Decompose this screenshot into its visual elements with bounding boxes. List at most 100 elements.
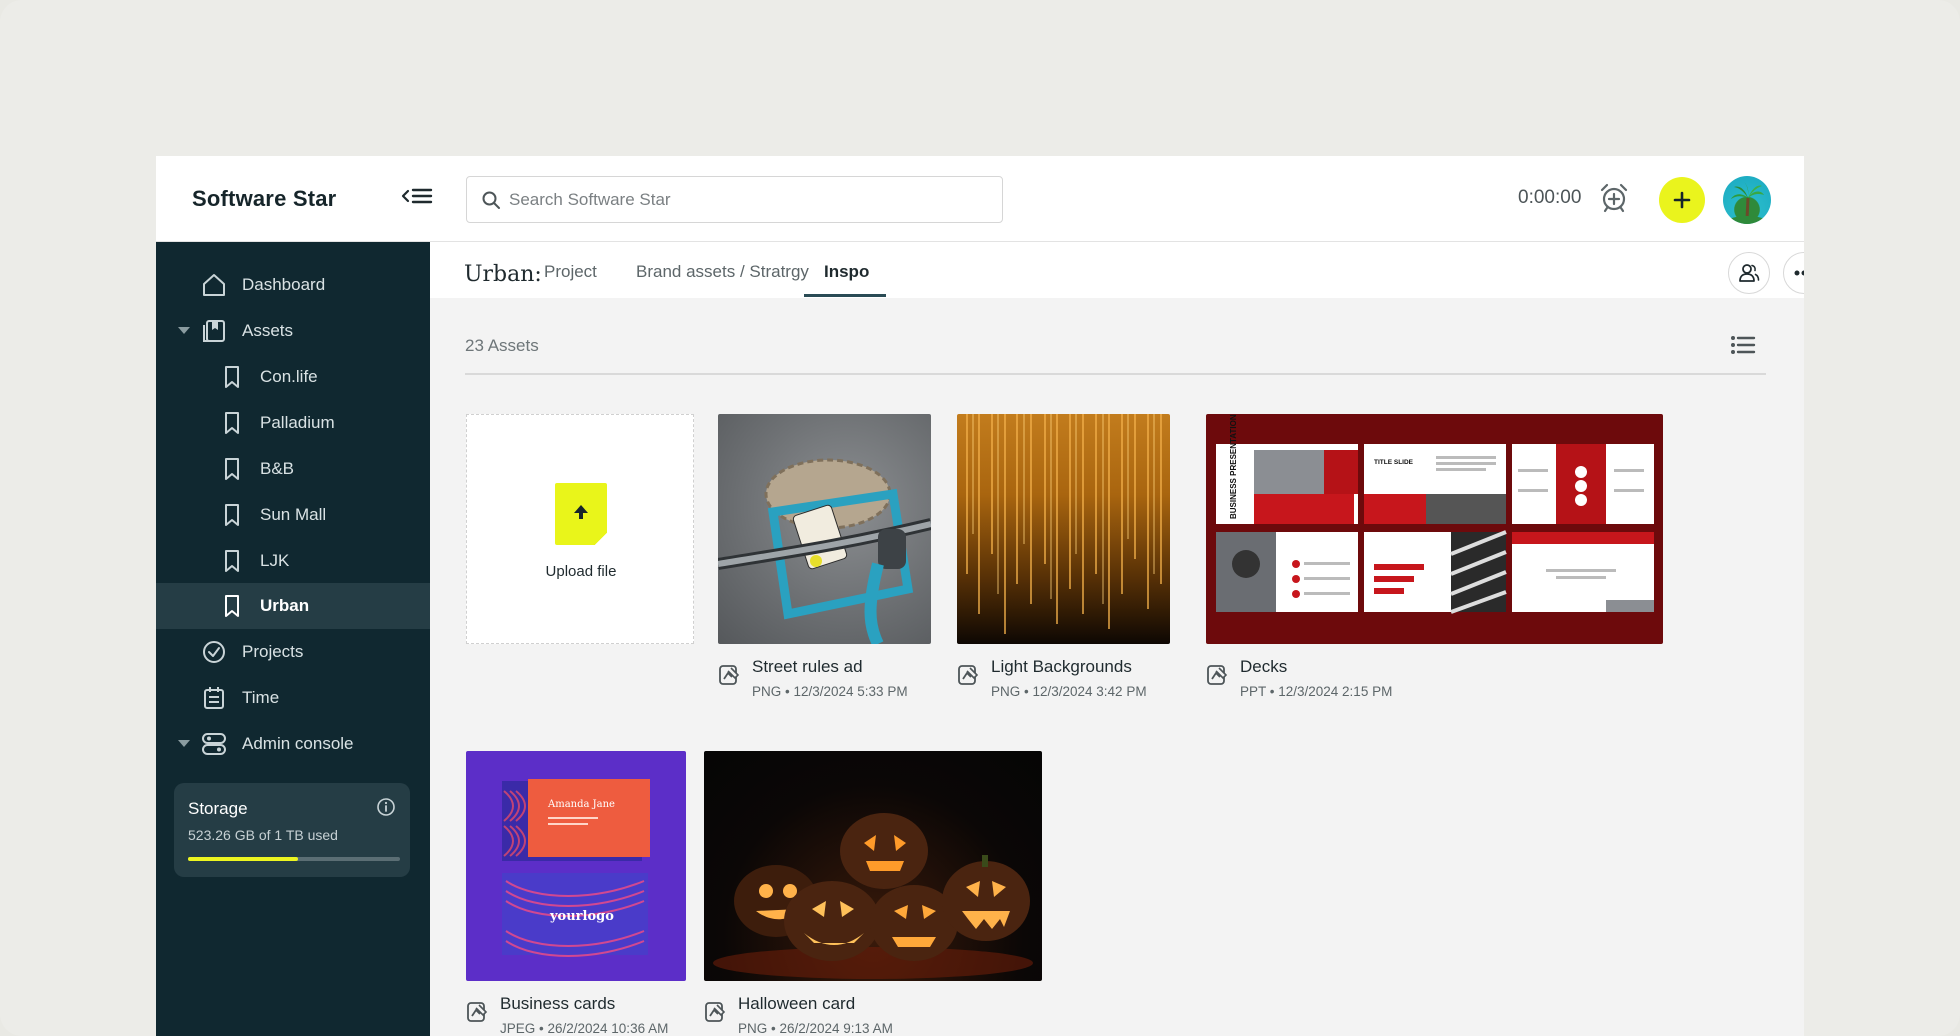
asset-thumbnail (957, 414, 1170, 644)
sidebar-item-label: Projects (242, 642, 304, 661)
asset-thumbnail: Amanda Jane yourlogo (466, 751, 686, 981)
sidebar-item-urban[interactable]: Urban (156, 583, 430, 629)
window-frame: Software Star 0:00:00 (0, 0, 1960, 1036)
storage-usage: 523.26 GB of 1 TB used (188, 827, 338, 843)
storage-panel: Storage 523.26 GB of 1 TB used (174, 783, 410, 877)
asset-name: Decks (1240, 657, 1288, 676)
card-logo-text: yourlogo (549, 909, 614, 924)
search-icon (482, 191, 500, 209)
sidebar-item-label: Dashboard (242, 275, 326, 294)
content-divider (465, 373, 1766, 375)
alarm-clock-icon (1600, 183, 1628, 213)
asset-meta: PNG • 12/3/2024 3:42 PM (991, 684, 1147, 699)
asset-card-light-backgrounds[interactable]: Light Backgrounds PNG • 12/3/2024 3:42 P… (957, 414, 1171, 704)
app-window: Software Star 0:00:00 (156, 156, 1804, 1036)
sidebar-item-ljk[interactable]: LJK (156, 538, 430, 584)
bookmark-icon (218, 455, 246, 483)
asset-thumbnail (704, 751, 1042, 981)
more-options-button[interactable] (1783, 252, 1804, 294)
sidebar-item-label: Admin console (242, 734, 354, 753)
list-view-icon (1731, 336, 1756, 354)
deck-vertical-title: BUSINESS PRESENTATION (1229, 414, 1238, 519)
info-icon[interactable] (376, 797, 396, 817)
sidebar-item-palladium[interactable]: Palladium (156, 400, 430, 446)
asset-thumbnail (718, 414, 931, 644)
assets-icon (200, 317, 228, 345)
storage-progress-fill (188, 857, 299, 861)
bookmark-icon (218, 501, 246, 529)
bookmark-icon (218, 592, 246, 620)
timer-display: 0:00:00 (1518, 187, 1582, 208)
add-button[interactable] (1659, 177, 1705, 223)
sidebar-item-label: Palladium (260, 413, 335, 432)
asset-thumbnail: BUSINESS PRESENTATION TITLE SLIDE (1206, 414, 1663, 644)
card-name-text: Amanda Jane (547, 799, 615, 810)
sidebar-item-label: Time (242, 688, 280, 707)
business-card-mockup-image: Amanda Jane yourlogo (502, 779, 650, 957)
plus-icon (1673, 191, 1691, 209)
upload-icon (555, 483, 607, 545)
add-timer-button[interactable] (1598, 182, 1630, 214)
collapse-sidebar-button[interactable] (400, 184, 434, 210)
asset-name: Business cards (500, 994, 616, 1013)
active-tab-indicator (804, 294, 886, 297)
more-horizontal-icon (1794, 270, 1804, 276)
sidebar-item-admin-console[interactable]: Admin console (156, 721, 430, 767)
tab-project[interactable]: Project (544, 262, 597, 282)
check-circle-icon (200, 638, 228, 666)
share-members-button[interactable] (1728, 252, 1770, 294)
project-title: Urban: (464, 262, 542, 287)
upload-file-dropzone[interactable]: Upload file (466, 414, 694, 644)
list-view-button[interactable] (1730, 334, 1756, 361)
light-streaks-image (966, 414, 1162, 634)
bicycle-basket-image (718, 458, 931, 644)
sidebar-item-label: Con.life (260, 367, 318, 386)
jack-o-lanterns-image (713, 813, 1033, 979)
project-header: Urban: Project Brand assets / Stratrgy I… (430, 242, 1804, 298)
sidebar-item-dashboard[interactable]: Dashboard (156, 262, 430, 308)
storage-title: Storage (188, 799, 248, 818)
user-avatar[interactable] (1723, 176, 1771, 224)
sidebar-item-label: B&B (260, 459, 295, 478)
image-file-icon (958, 665, 979, 685)
sidebar-item-time[interactable]: Time (156, 675, 430, 721)
image-file-icon (719, 665, 740, 685)
asset-name: Halloween card (738, 994, 856, 1013)
storage-progress-bar (188, 857, 400, 861)
asset-meta: PPT • 12/3/2024 2:15 PM (1240, 684, 1393, 699)
asset-name: Light Backgrounds (991, 657, 1132, 676)
sidebar-item-label: Urban (260, 596, 310, 615)
search-box (466, 176, 1003, 223)
asset-meta: JPEG • 26/2/2024 10:36 AM (500, 1021, 669, 1036)
upload-label: Upload file (545, 563, 617, 580)
top-bar: Software Star 0:00:00 (156, 156, 1804, 242)
chevron-down-icon (178, 327, 190, 334)
asset-meta: PNG • 26/2/2024 9:13 AM (738, 1021, 893, 1036)
presentation-slides-image: BUSINESS PRESENTATION TITLE SLIDE (1216, 414, 1654, 614)
palm-tree-icon (1727, 182, 1767, 224)
asset-card-halloween-card[interactable]: Halloween card PNG • 26/2/2024 9:13 AM (704, 751, 1044, 1036)
brand-name: Software Star (192, 186, 337, 211)
tab-brand-assets[interactable]: Brand assets / Stratrgy (636, 262, 809, 282)
bookmark-icon (218, 409, 246, 437)
asset-card-decks[interactable]: BUSINESS PRESENTATION TITLE SLIDE Decks … (1206, 414, 1664, 704)
asset-card-street-rules-ad[interactable]: Street rules ad PNG • 12/3/2024 5:33 PM (718, 414, 932, 704)
bookmark-icon (218, 547, 246, 575)
sidebar-item-projects[interactable]: Projects (156, 629, 430, 675)
chevron-down-icon (178, 740, 190, 747)
search-input[interactable] (509, 177, 989, 222)
asset-name: Street rules ad (752, 657, 863, 676)
image-file-icon (705, 1002, 726, 1022)
sidebar-item-b-and-b[interactable]: B&B (156, 446, 430, 492)
deck-slide-title: TITLE SLIDE (1374, 459, 1414, 466)
asset-card-business-cards[interactable]: Amanda Jane yourlogo Business cards JPEG… (466, 751, 688, 1036)
tab-inspo[interactable]: Inspo (824, 262, 869, 282)
sidebar-item-label: Assets (242, 321, 294, 340)
asset-count: 23 Assets (465, 336, 539, 355)
sidebar-item-con-life[interactable]: Con.life (156, 354, 430, 400)
collapse-menu-icon (401, 188, 433, 204)
asset-meta: PNG • 12/3/2024 5:33 PM (752, 684, 908, 699)
sidebar-item-assets[interactable]: Assets (156, 308, 430, 354)
image-file-icon (1207, 665, 1228, 685)
sidebar-item-sun-mall[interactable]: Sun Mall (156, 492, 430, 538)
